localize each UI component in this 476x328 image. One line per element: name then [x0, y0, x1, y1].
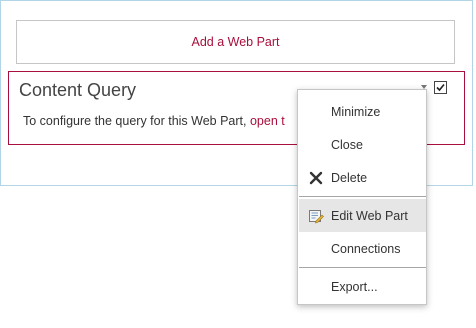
- menu-item-edit-web-part[interactable]: Edit Web Part: [299, 199, 426, 232]
- menu-item-export[interactable]: Export...: [299, 270, 426, 303]
- menu-item-label: Delete: [331, 170, 368, 185]
- menu-separator: [299, 267, 426, 268]
- menu-item-label: Edit Web Part: [331, 208, 408, 223]
- open-tool-pane-link[interactable]: open t: [250, 114, 285, 128]
- delete-x-icon: [308, 170, 324, 186]
- add-web-part-label: Add a Web Part: [191, 35, 280, 49]
- menu-item-label: Connections: [331, 241, 401, 256]
- description-text: To configure the query for this Web Part…: [23, 114, 250, 128]
- web-part-description: To configure the query for this Web Part…: [23, 114, 285, 128]
- menu-item-label: Minimize: [331, 104, 381, 119]
- add-web-part-button[interactable]: Add a Web Part: [16, 20, 455, 64]
- menu-item-delete[interactable]: Delete: [299, 161, 426, 194]
- edit-web-part-icon: [308, 208, 324, 224]
- menu-item-label: Export...: [331, 279, 378, 294]
- menu-item-minimize[interactable]: Minimize: [299, 95, 426, 128]
- menu-item-close[interactable]: Close: [299, 128, 426, 161]
- checkmark-icon: [436, 83, 445, 92]
- web-part-menu: Minimize Close Delete Edit Web Part Conn…: [297, 89, 427, 305]
- menu-separator: [299, 196, 426, 197]
- menu-item-connections[interactable]: Connections: [299, 232, 426, 265]
- web-part-title: Content Query: [19, 80, 137, 100]
- web-part-select-checkbox[interactable]: [434, 81, 447, 94]
- menu-item-label: Close: [331, 137, 363, 152]
